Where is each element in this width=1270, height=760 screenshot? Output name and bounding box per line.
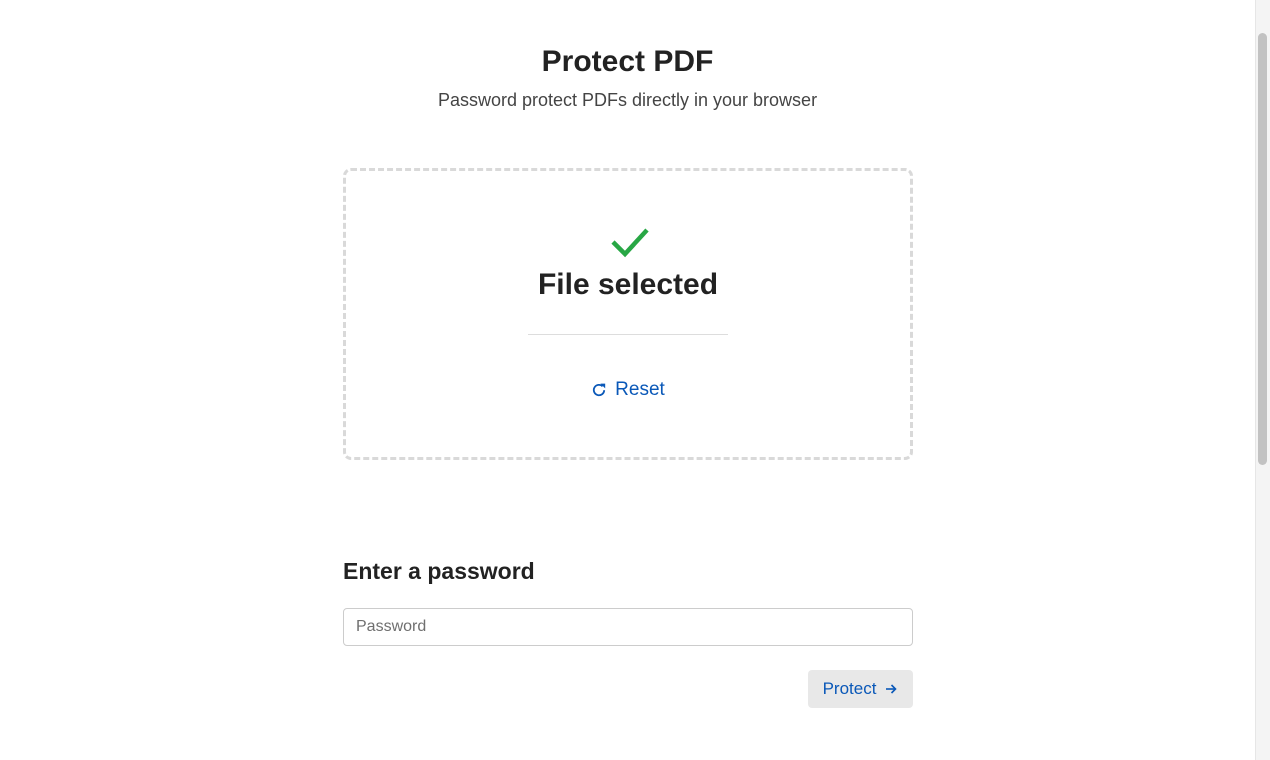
page-subtitle: Password protect PDFs directly in your b… [437,90,818,110]
password-input[interactable] [343,608,913,646]
page-title: Protect PDF [541,45,714,78]
file-selected-status: File selected [537,268,719,301]
arrow-right-icon [886,684,898,694]
checkmark-icon [611,228,649,258]
password-heading: Enter a password [343,558,535,584]
reset-label: Reset [615,379,665,400]
protect-label: Protect [822,679,877,698]
scrollbar-thumb[interactable] [1258,33,1267,465]
refresh-icon [593,383,606,397]
page: Protect PDF Password protect PDFs direct… [0,0,1270,760]
reset-button[interactable]: Reset [578,375,678,405]
divider [528,334,728,335]
file-dropzone[interactable]: File selected Reset [343,168,913,460]
protect-button[interactable]: Protect [808,670,913,708]
